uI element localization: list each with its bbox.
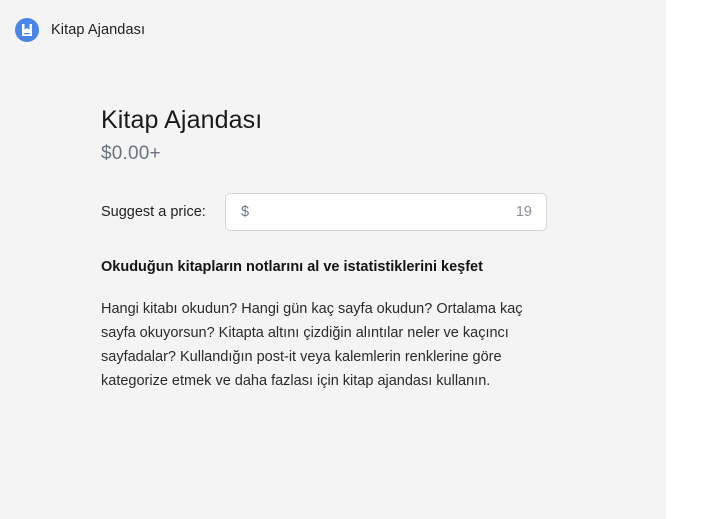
suggest-price-label: Suggest a price: bbox=[101, 204, 206, 220]
suggest-price-field[interactable]: $ bbox=[225, 193, 547, 231]
product-title: Kitap Ajandası bbox=[101, 106, 263, 134]
bookmark-book-glyph bbox=[22, 24, 32, 36]
product-price: $0.00+ bbox=[101, 143, 161, 164]
brand-name[interactable]: Kitap Ajandası bbox=[51, 22, 145, 38]
description-headline: Okuduğun kitapların notlarını al ve ista… bbox=[101, 259, 483, 275]
product-content: Kitap Ajandası $0.00+ Suggest a price: $… bbox=[101, 106, 549, 393]
top-bar: Kitap Ajandası bbox=[15, 18, 145, 42]
currency-symbol: $ bbox=[241, 204, 250, 220]
suggest-price-input[interactable] bbox=[257, 204, 532, 220]
suggest-price-row: Suggest a price: $ bbox=[101, 193, 549, 231]
bookmark-book-icon[interactable] bbox=[15, 18, 39, 42]
description-body: Hangi kitabı okudun? Hangi gün kaç sayfa… bbox=[101, 301, 523, 389]
product-panel: Kitap Ajandası Kitap Ajandası $0.00+ Sug… bbox=[0, 0, 666, 519]
